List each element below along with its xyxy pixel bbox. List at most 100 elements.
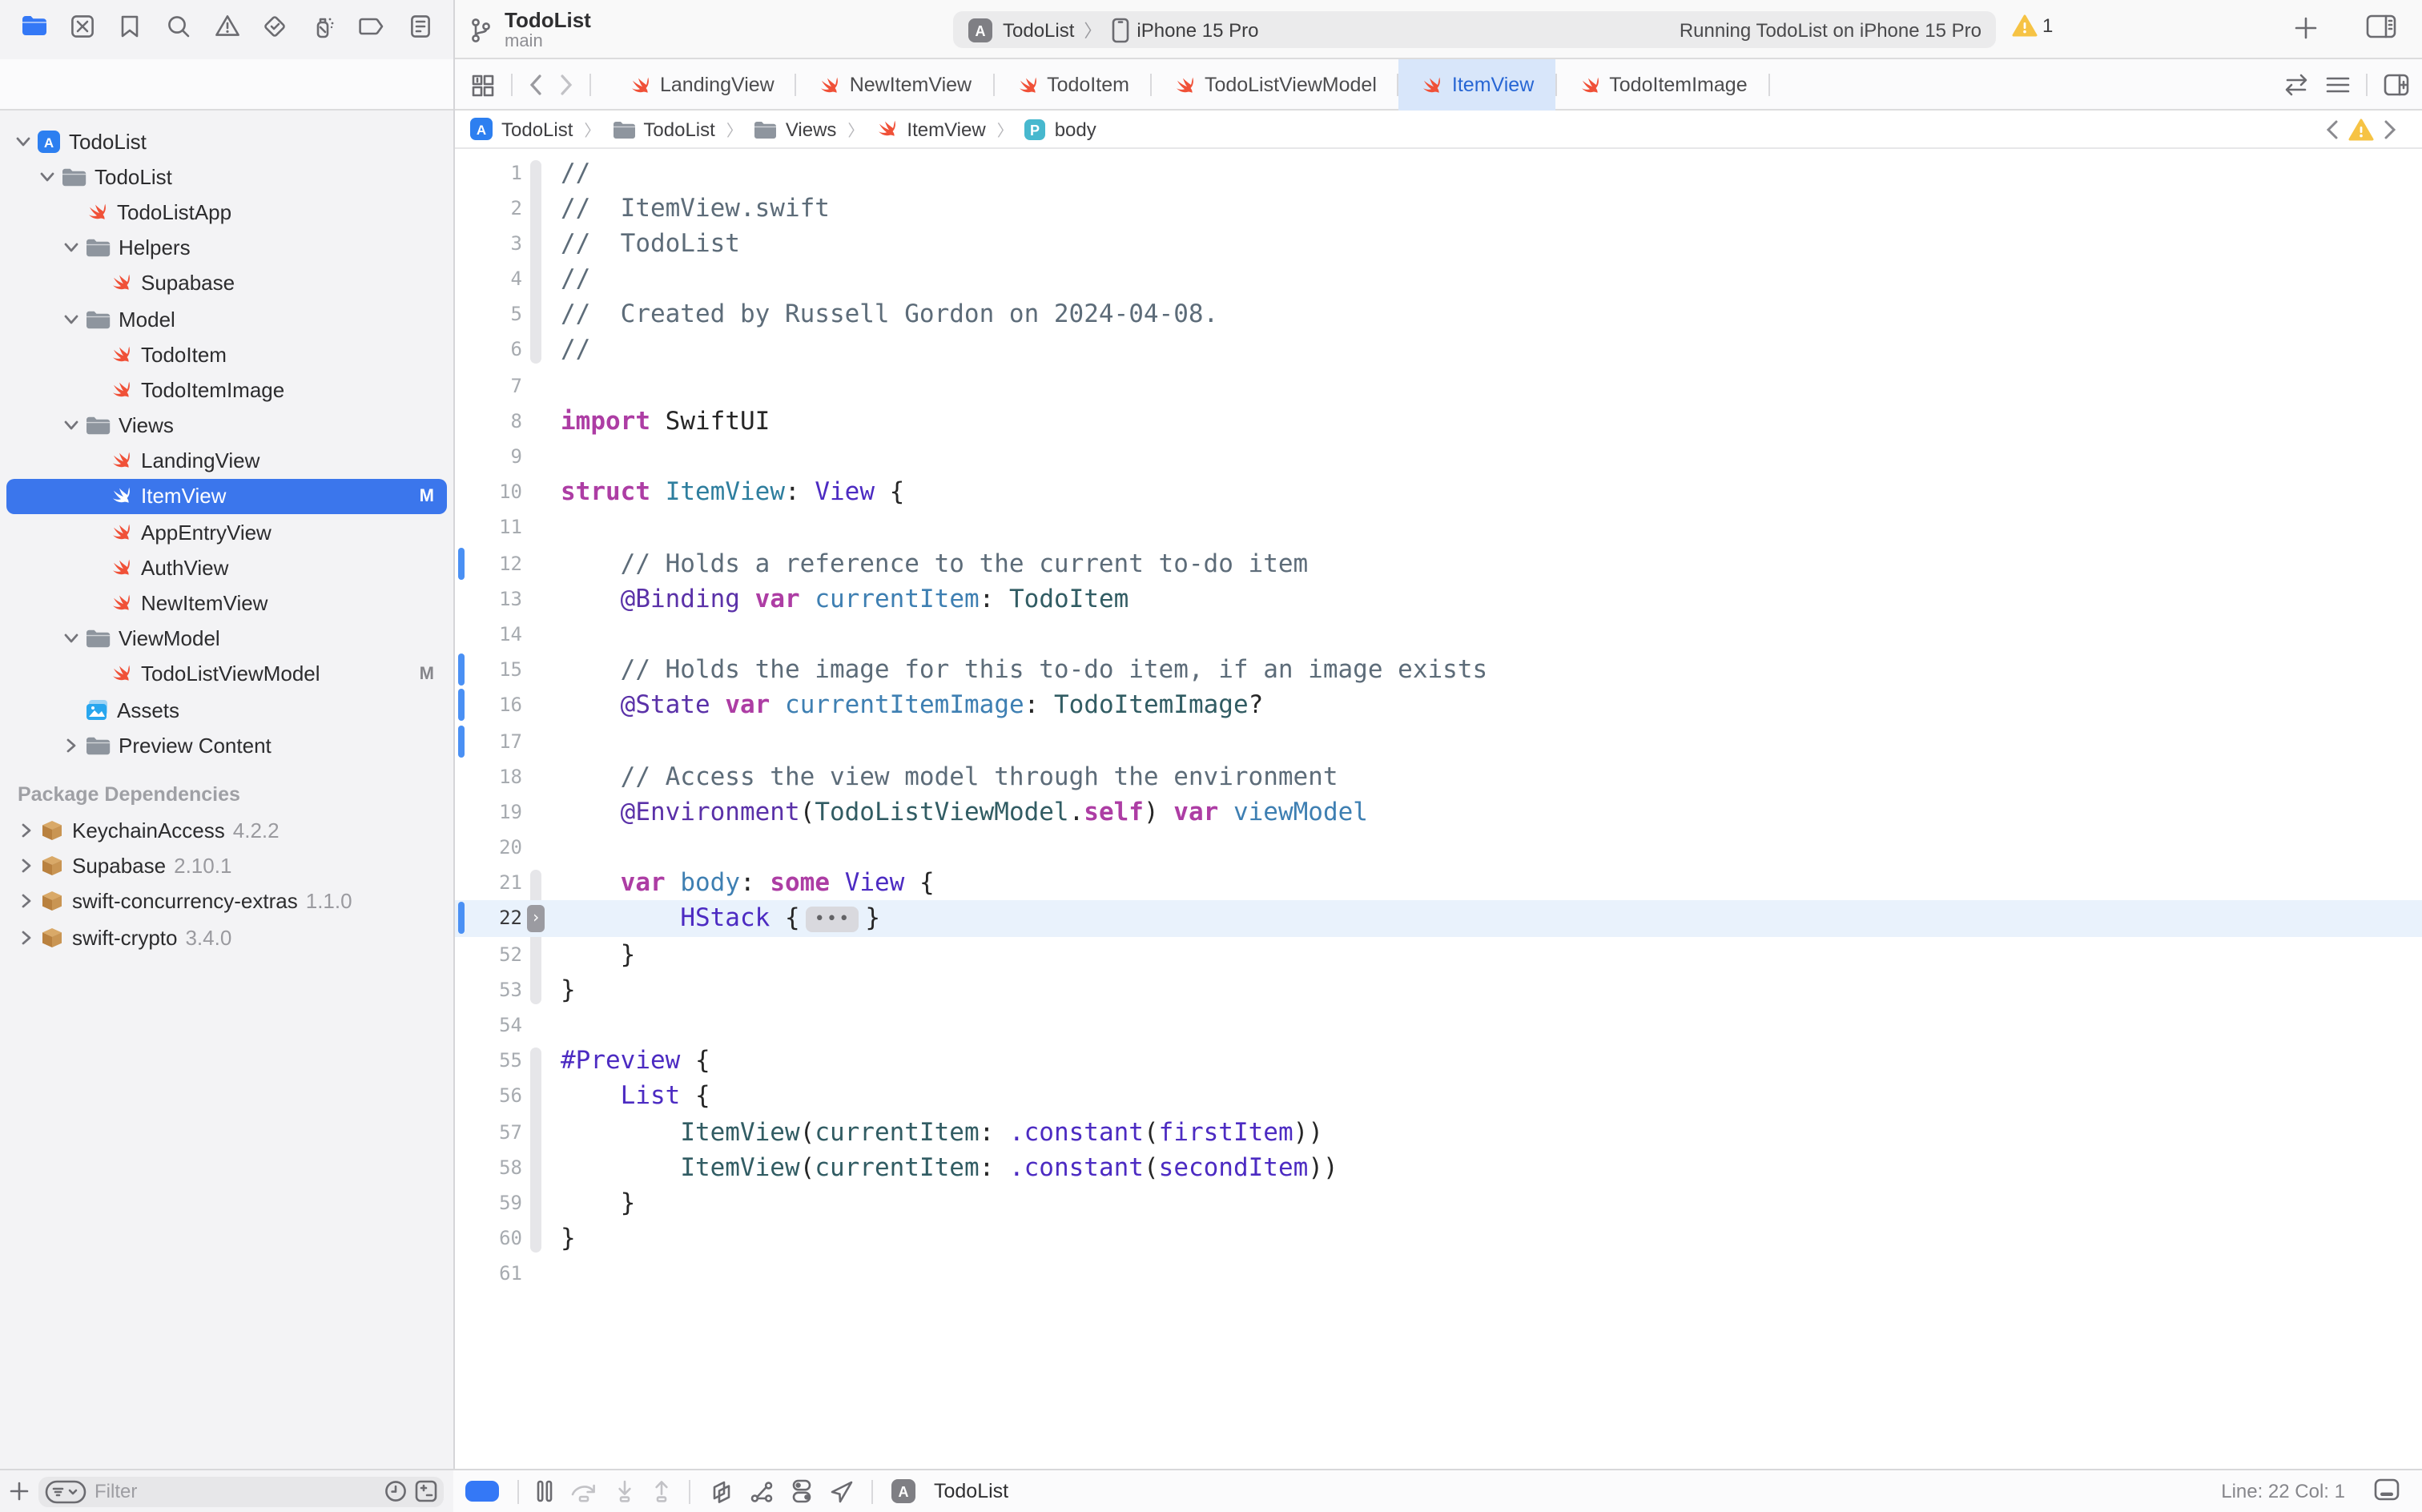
sidebar-item-viewmodel[interactable]: ViewModel (0, 621, 453, 656)
project-navigator-icon[interactable] (13, 6, 54, 45)
source-control-navigator-icon[interactable] (61, 6, 103, 45)
code-line-55[interactable]: 55#Preview { (455, 1043, 2422, 1078)
environment-overrides-icon[interactable] (791, 1478, 812, 1504)
code-line-58[interactable]: 58 ItemView(currentItem: .constant(secon… (455, 1150, 2422, 1185)
package-item-supabase[interactable]: Supabase2.10.1 (0, 848, 453, 883)
disclosure-open-icon[interactable] (64, 312, 78, 326)
line-number[interactable]: 9 (455, 439, 522, 474)
sidebar-item-preview-content[interactable]: Preview Content (0, 727, 453, 762)
source-editor[interactable]: 1//2// ItemView.swift3// TodoList4//5// … (455, 149, 2422, 1469)
sidebar-item-todolistviewmodel[interactable]: TodoListViewModelM (0, 657, 453, 692)
fold-ribbon[interactable] (530, 1220, 541, 1253)
line-number[interactable]: 8 (455, 404, 522, 439)
disclosure-closed-icon[interactable] (19, 859, 34, 873)
find-navigator-icon[interactable] (158, 6, 199, 45)
fold-ribbon[interactable] (530, 226, 541, 261)
line-number[interactable]: 57 (455, 1114, 522, 1149)
go-forward-icon[interactable] (559, 74, 573, 96)
code-line-22[interactable]: ›22 HStack {•••} (455, 901, 2422, 936)
line-number[interactable]: 11 (455, 510, 522, 545)
breadcrumb-item-todolist[interactable]: ATodoList (469, 117, 573, 141)
sidebar-item-landingview[interactable]: LandingView (0, 443, 453, 478)
code-line-52[interactable]: 52 } (455, 936, 2422, 971)
code-line-10[interactable]: 10struct ItemView: View { (455, 474, 2422, 509)
split-editor-icon[interactable] (2384, 74, 2409, 96)
report-navigator-icon[interactable] (399, 6, 441, 45)
fold-handle-icon[interactable]: › (527, 906, 545, 932)
new-tab-button[interactable] (2294, 16, 2318, 40)
code-line-11[interactable]: 11 (455, 510, 2422, 545)
fold-ribbon[interactable] (530, 972, 541, 1004)
line-number[interactable]: 5 (455, 297, 522, 332)
code-line-54[interactable]: 54 (455, 1007, 2422, 1043)
sidebar-item-helpers[interactable]: Helpers (0, 230, 453, 265)
line-number[interactable]: 3 (455, 226, 522, 261)
package-item-swift-concurrency-extras[interactable]: swift-concurrency-extras1.1.0 (0, 884, 453, 919)
tab-todoitem[interactable]: TodoItem (994, 59, 1150, 111)
package-item-keychainaccess[interactable]: KeychainAccess4.2.2 (0, 813, 453, 848)
disclosure-open-icon[interactable] (64, 418, 78, 432)
step-out-icon[interactable] (652, 1480, 671, 1502)
run-destination[interactable]: iPhone 15 Pro (1137, 18, 1258, 41)
code-line-6[interactable]: 6// (455, 332, 2422, 368)
line-number[interactable]: 54 (455, 1007, 522, 1043)
code-line-9[interactable]: 9 (455, 439, 2422, 474)
fold-ribbon[interactable] (530, 1048, 541, 1080)
fold-ribbon[interactable] (530, 1114, 541, 1149)
line-number[interactable]: 55 (455, 1043, 522, 1078)
disclosure-closed-icon[interactable] (19, 930, 34, 944)
line-number[interactable]: 19 (455, 794, 522, 830)
package-item-swift-crypto[interactable]: swift-crypto3.4.0 (0, 919, 453, 955)
editor-options-icon[interactable] (2326, 75, 2350, 94)
code-line-5[interactable]: 5// Created by Russell Gordon on 2024-04… (455, 297, 2422, 332)
next-issue-icon[interactable] (2384, 120, 2396, 139)
line-number[interactable]: 56 (455, 1079, 522, 1114)
test-navigator-icon[interactable] (254, 6, 296, 45)
fold-ribbon[interactable] (530, 936, 541, 971)
breadcrumb-item-todolist[interactable]: TodoList (611, 118, 714, 140)
line-number[interactable]: 58 (455, 1150, 522, 1185)
fold-ribbon[interactable] (530, 159, 541, 191)
line-number[interactable]: 16 (455, 688, 522, 723)
swap-editor-icon[interactable] (2283, 74, 2310, 96)
code-line-18[interactable]: 18 // Access the view model through the … (455, 758, 2422, 794)
line-number[interactable]: 18 (455, 758, 522, 794)
source-control-status-icon[interactable] (415, 1480, 437, 1502)
line-number[interactable]: 60 (455, 1220, 522, 1256)
scheme-selector[interactable]: A TodoList 〉 iPhone 15 Pro Running TodoL… (953, 11, 1996, 48)
issue-warning-icon[interactable] (2348, 119, 2374, 141)
fold-ribbon[interactable] (530, 190, 541, 225)
filter-field[interactable]: Filter (38, 1476, 444, 1506)
recent-files-icon[interactable] (384, 1480, 407, 1502)
fold-ribbon[interactable] (530, 871, 541, 903)
code-line-1[interactable]: 1// (455, 155, 2422, 190)
line-number[interactable]: 61 (455, 1257, 522, 1292)
code-line-8[interactable]: 8import SwiftUI (455, 404, 2422, 439)
sidebar-item-todolist[interactable]: A TodoList (0, 123, 453, 159)
disclosure-open-icon[interactable] (64, 240, 78, 255)
code-line-2[interactable]: 2// ItemView.swift (455, 190, 2422, 225)
sidebar-item-appentryview[interactable]: AppEntryView (0, 514, 453, 549)
line-number[interactable]: 4 (455, 261, 522, 296)
line-number[interactable]: 10 (455, 474, 522, 509)
simulate-location-icon[interactable] (830, 1479, 854, 1503)
sidebar-item-authview[interactable]: AuthView (0, 550, 453, 585)
line-number[interactable]: 20 (455, 830, 522, 865)
code-line-7[interactable]: 7 (455, 368, 2422, 403)
code-line-16[interactable]: 16 @State var currentItemImage: TodoItem… (455, 688, 2422, 723)
memory-graph-icon[interactable] (750, 1479, 774, 1503)
code-line-53[interactable]: 53} (455, 972, 2422, 1007)
line-number[interactable]: 12 (455, 545, 522, 581)
line-number[interactable]: 7 (455, 368, 522, 403)
sidebar-item-newitemview[interactable]: NewItemView (0, 585, 453, 621)
line-number[interactable]: 53 (455, 972, 522, 1007)
line-number[interactable]: 14 (455, 617, 522, 652)
scheme-name[interactable]: TodoList (1003, 18, 1074, 41)
code-line-4[interactable]: 4// (455, 261, 2422, 296)
code-line-21[interactable]: 21 var body: some View { (455, 866, 2422, 901)
view-debugger-icon[interactable] (708, 1479, 732, 1503)
code-line-56[interactable]: 56 List { (455, 1079, 2422, 1114)
bookmark-navigator-icon[interactable] (110, 6, 151, 45)
step-into-icon[interactable] (615, 1480, 634, 1502)
line-number[interactable]: 17 (455, 723, 522, 758)
